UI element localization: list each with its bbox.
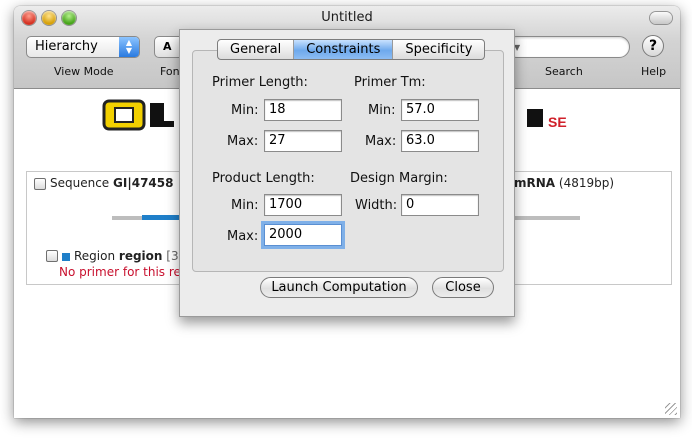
tab-constraints[interactable]: Constraints <box>294 40 394 59</box>
sequence-type: mRNA (4819bp) <box>514 176 615 190</box>
region-highlight[interactable] <box>142 215 182 220</box>
svg-text:SE: SE <box>548 114 567 130</box>
design-margin-heading: Design Margin: <box>350 171 448 186</box>
resize-grip-icon[interactable] <box>665 403 677 415</box>
primer-length-min-label: Min: <box>231 103 259 118</box>
sequence-checkbox[interactable] <box>34 178 46 190</box>
sequence-label: Sequence GI|47458 <box>50 176 174 190</box>
view-mode-select[interactable]: Hierarchy ▲ ▼ <box>26 36 140 58</box>
view-mode-label: View Mode <box>54 65 114 78</box>
product-length-min-field[interactable]: 1700 <box>264 194 342 216</box>
font-label: Fon <box>160 65 180 78</box>
window-title: Untitled <box>321 10 373 25</box>
primer-design-sheet: General Constraints Specificity Primer L… <box>179 29 515 317</box>
primer-length-max-label: Max: <box>227 134 259 149</box>
primer-tm-min-label: Min: <box>368 103 396 118</box>
primer-tm-heading: Primer Tm: <box>354 75 426 90</box>
select-arrows-icon: ▲ ▼ <box>119 37 139 57</box>
primer-tm-max-field[interactable]: 63.0 <box>401 130 479 152</box>
launch-computation-button[interactable]: Launch Computation <box>260 277 418 298</box>
product-length-heading: Product Length: <box>212 171 315 186</box>
primer-length-min-field[interactable]: 18 <box>264 99 342 121</box>
toolbar-toggle-button[interactable] <box>650 12 672 24</box>
primer-length-max-field[interactable]: 27 <box>264 130 342 152</box>
region-checkbox[interactable] <box>46 250 58 262</box>
design-margin-width-field[interactable]: 0 <box>401 194 479 216</box>
design-margin-width-label: Width: <box>355 198 398 213</box>
tab-specificity[interactable]: Specificity <box>393 40 484 59</box>
product-length-max-field[interactable]: 2000 <box>264 224 342 246</box>
product-length-max-label: Max: <box>227 229 259 244</box>
help-label: Help <box>641 65 667 78</box>
tab-general[interactable]: General <box>218 40 295 59</box>
region-color-swatch <box>62 253 70 261</box>
view-mode-value: Hierarchy <box>35 39 98 54</box>
primer-tm-max-label: Max: <box>365 134 397 149</box>
search-input[interactable] <box>506 36 630 58</box>
region-label: Region region [3 <box>74 249 179 263</box>
search-label: Search <box>545 65 583 78</box>
help-button[interactable]: ? <box>642 35 664 57</box>
product-length-min-label: Min: <box>231 198 259 213</box>
primer-tm-min-field[interactable]: 57.0 <box>401 99 479 121</box>
close-button[interactable]: Close <box>432 277 494 298</box>
tab-bar: General Constraints Specificity <box>217 39 486 60</box>
primer-length-heading: Primer Length: <box>212 75 308 90</box>
